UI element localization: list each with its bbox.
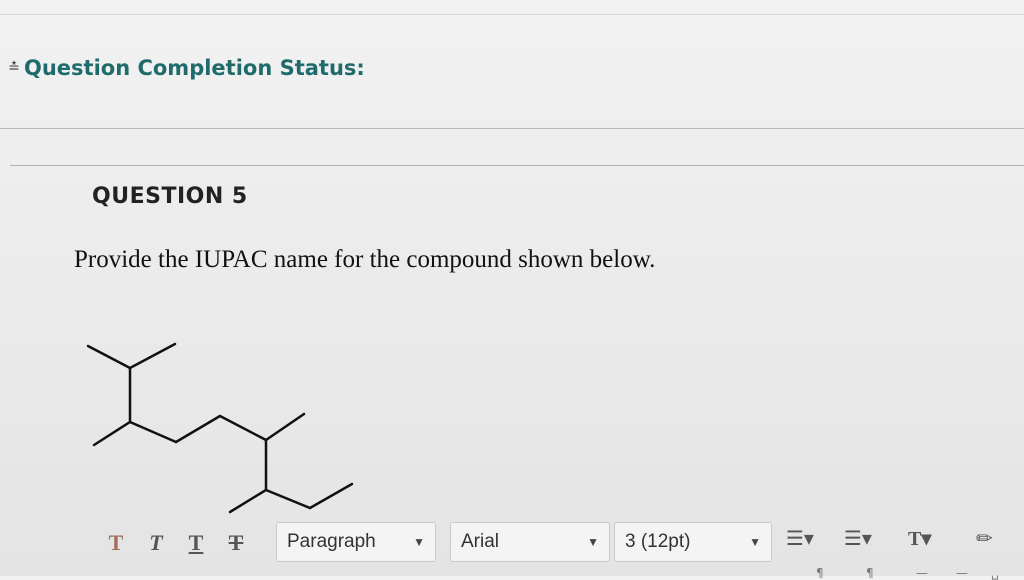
bullet-list-icon[interactable]: ☰▾	[786, 526, 814, 550]
bond	[86, 344, 132, 370]
bond	[128, 420, 178, 444]
bond	[128, 342, 177, 370]
horizontal-rule-icon[interactable]: —	[916, 566, 928, 580]
block-format-value: Paragraph	[287, 531, 376, 552]
question-prompt: Provide the IUPAC name for the compound …	[74, 246, 656, 273]
bond	[92, 420, 132, 447]
font-family-value: Arial	[461, 531, 500, 552]
section-divider	[0, 128, 1024, 129]
italic-button[interactable]: T	[136, 530, 176, 556]
bond	[218, 414, 268, 442]
font-family-select[interactable]: Arial ▼	[450, 522, 610, 562]
highlighter-icon[interactable]: ✏	[976, 526, 993, 550]
bond	[264, 412, 306, 442]
question-divider	[10, 165, 1024, 166]
toolbar-second-row: ¶ ¶ — — ␣	[96, 566, 1024, 580]
block-format-select[interactable]: Paragraph ▼	[276, 522, 436, 562]
dropdown-arrow-icon: ▼	[749, 535, 761, 549]
paragraph-rtl-icon[interactable]: ¶	[866, 566, 874, 580]
format-button-group: T T T T	[96, 530, 256, 556]
bond	[174, 414, 222, 444]
dropdown-arrow-icon: ▼	[413, 535, 425, 549]
horizontal-rule-icon[interactable]: —	[956, 566, 968, 580]
dropdown-arrow-icon: ▼	[587, 535, 599, 549]
top-divider	[0, 14, 1024, 15]
compound-structure	[86, 342, 354, 514]
bond	[264, 488, 312, 510]
bond	[308, 482, 354, 510]
editor-toolbar: T T T T Paragraph ▼ Arial ▼ 3 (12pt) ▼ ☰…	[96, 512, 1024, 580]
numbered-list-icon[interactable]: ☰▾	[844, 526, 872, 550]
bond	[228, 488, 268, 514]
bold-button[interactable]: T	[96, 530, 136, 556]
text-color-icon[interactable]: T▾	[908, 526, 931, 551]
underline-button[interactable]: T	[176, 530, 216, 556]
strikethrough-button[interactable]: T	[216, 530, 256, 556]
space-icon[interactable]: ␣	[991, 566, 999, 580]
completion-status-toggle[interactable]: ≛ Question Completion Status:	[4, 56, 365, 80]
font-size-value: 3 (12pt)	[625, 531, 691, 552]
chevron-collapse-icon: ≛	[8, 60, 20, 76]
completion-status-label: Question Completion Status:	[24, 56, 365, 80]
font-size-select[interactable]: 3 (12pt) ▼	[614, 522, 772, 562]
question-heading: QUESTION 5	[92, 184, 248, 209]
paragraph-ltr-icon[interactable]: ¶	[816, 566, 824, 580]
